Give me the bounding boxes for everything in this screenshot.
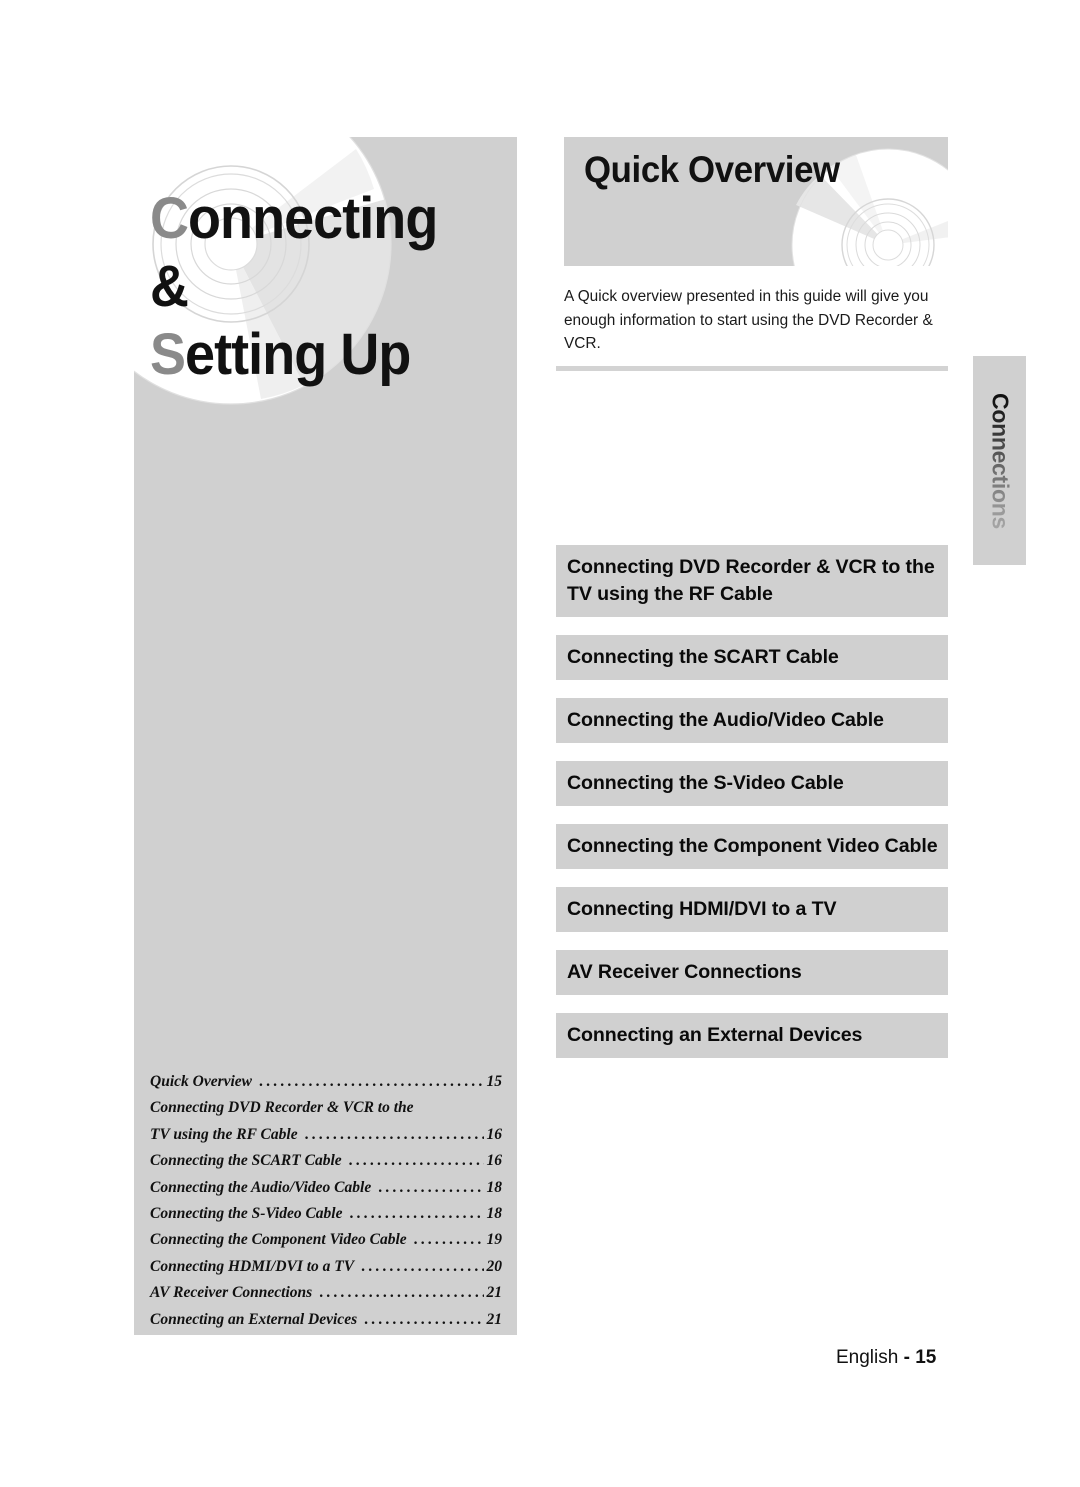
toc-entry-label: Connecting the S-Video Cable bbox=[150, 1205, 343, 1223]
toc-entry[interactable]: Connecting HDMI/DVI to a TV.............… bbox=[150, 1254, 502, 1280]
toc-entry-label: Connecting the Audio/Video Cable bbox=[150, 1178, 372, 1196]
page-title: Connecting & Setting Up bbox=[150, 185, 485, 389]
section-bar[interactable]: Connecting HDMI/DVI to a TV bbox=[556, 887, 948, 932]
toc-entry[interactable]: Connecting DVD Recorder & VCR to the....… bbox=[150, 1095, 502, 1121]
toc-entry-page-number: 16 bbox=[486, 1125, 503, 1143]
toc-dot-leader: ........................................… bbox=[259, 1073, 484, 1090]
page-footer: English - 15 bbox=[836, 1347, 936, 1369]
toc-entry[interactable]: Connecting the SCART Cable..............… bbox=[150, 1148, 502, 1174]
section-divider-rule bbox=[556, 366, 948, 371]
toc-entry[interactable]: AV Receiver Connections.................… bbox=[150, 1280, 502, 1306]
footer-page-number: - 15 bbox=[903, 1347, 937, 1368]
section-bar[interactable]: Connecting the SCART Cable bbox=[556, 635, 948, 680]
toc-entry-page-number: 19 bbox=[486, 1231, 503, 1249]
toc-entry[interactable]: Connecting the Audio/Video Cable........… bbox=[150, 1175, 502, 1201]
section-bar[interactable]: AV Receiver Connections bbox=[556, 950, 948, 995]
toc-entry-label: Quick Overview bbox=[150, 1073, 253, 1090]
quick-overview-description: A Quick overview presented in this guide… bbox=[564, 288, 933, 352]
toc-entry-label: Connecting DVD Recorder & VCR to the bbox=[150, 1099, 414, 1117]
toc-entry-page-number: 15 bbox=[486, 1073, 503, 1090]
section-bar[interactable]: Connecting the S-Video Cable bbox=[556, 761, 948, 806]
toc-entry-page-number: 16 bbox=[486, 1152, 503, 1170]
toc-entry[interactable]: Connecting the Component Video Cable....… bbox=[150, 1227, 502, 1253]
chapter-side-tab: Connections bbox=[973, 356, 1026, 565]
toc-entry[interactable]: Connecting an External Devices..........… bbox=[150, 1307, 502, 1333]
section-list: Connecting DVD Recorder & VCR to the TV … bbox=[556, 545, 948, 1076]
section-bar[interactable]: Connecting DVD Recorder & VCR to the TV … bbox=[556, 545, 948, 617]
toc-entry-label: Connecting HDMI/DVI to a TV bbox=[150, 1257, 355, 1275]
toc-dot-leader: ........................................… bbox=[348, 1152, 484, 1170]
toc-dot-leader: ........................................… bbox=[364, 1310, 484, 1328]
toc-entry[interactable]: TV using the RF Cable...................… bbox=[150, 1122, 502, 1148]
toc-entry-page-number: 18 bbox=[486, 1178, 503, 1196]
page-title-line1: onnecting & bbox=[150, 186, 438, 319]
section-bar[interactable]: Connecting the Audio/Video Cable bbox=[556, 698, 948, 743]
page-title-line2-initial: S bbox=[150, 322, 186, 387]
toc-entry-label: Connecting an External Devices bbox=[150, 1310, 358, 1328]
section-bar[interactable]: Connecting the Component Video Cable bbox=[556, 824, 948, 869]
chapter-cover-panel: Connecting & Setting Up Quick Overview..… bbox=[134, 137, 517, 1335]
page-title-line2: etting Up bbox=[185, 322, 411, 387]
toc-dot-leader: ........................................… bbox=[361, 1257, 483, 1275]
toc-dot-leader: ........................................… bbox=[349, 1205, 484, 1223]
toc-entry-label: TV using the RF Cable bbox=[150, 1125, 298, 1143]
toc-entry-label: AV Receiver Connections bbox=[150, 1284, 313, 1302]
toc-dot-leader: ........................................… bbox=[413, 1231, 484, 1249]
toc-entry-label: Connecting the SCART Cable bbox=[150, 1152, 342, 1170]
quick-overview-title: Quick Overview bbox=[584, 149, 840, 190]
toc-entry-label: Connecting the Component Video Cable bbox=[150, 1231, 407, 1249]
toc-entry-page-number: 20 bbox=[486, 1257, 503, 1275]
toc-entry[interactable]: Connecting the S-Video Cable............… bbox=[150, 1201, 502, 1227]
toc-entry-page-number: 21 bbox=[486, 1284, 503, 1302]
toc-dot-leader: ........................................… bbox=[319, 1284, 483, 1302]
section-bar[interactable]: Connecting an External Devices bbox=[556, 1013, 948, 1058]
footer-language: English bbox=[836, 1347, 899, 1368]
quick-overview-header: Quick Overview bbox=[564, 137, 948, 266]
toc-entry-page-number: 18 bbox=[486, 1205, 503, 1223]
chapter-side-tab-label: Connections bbox=[987, 392, 1013, 529]
toc-dot-leader: ........................................… bbox=[378, 1178, 483, 1196]
toc-entry[interactable]: Quick Overview..........................… bbox=[150, 1069, 502, 1095]
table-of-contents: Quick Overview..........................… bbox=[150, 1069, 502, 1333]
page-title-line1-initial: C bbox=[150, 186, 189, 251]
toc-dot-leader: ........................................… bbox=[304, 1125, 484, 1143]
toc-entry-page-number: 21 bbox=[486, 1310, 503, 1328]
